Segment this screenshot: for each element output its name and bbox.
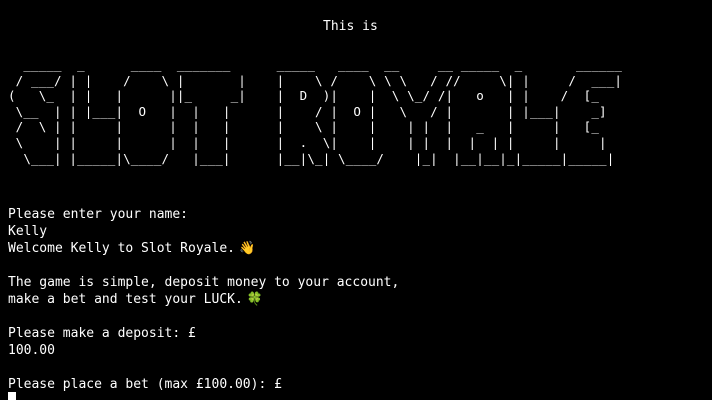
name-input-value: Kelly xyxy=(8,224,48,239)
ascii-banner: _____ _ ____ _______ _____ ____ __ __ __… xyxy=(8,57,623,166)
deposit-input-value: 100.00 xyxy=(8,343,55,358)
intro-line-2-row: make a bet and test your LUCK. 🍀 xyxy=(8,291,263,308)
screen: This is _____ _ ____ _______ _____ ____ … xyxy=(0,0,721,406)
intro-line-2: make a bet and test your LUCK. xyxy=(8,292,243,307)
bet-prompt[interactable]: Please place a bet (max £100.00): £ xyxy=(8,376,282,393)
intro-line-1: The game is simple, deposit money to you… xyxy=(8,275,400,290)
welcome-line: Welcome Kelly to Slot Royale. 👋 xyxy=(8,240,255,257)
deposit-prompt: Please make a deposit: £ xyxy=(8,326,196,341)
heading-text: This is xyxy=(323,19,378,34)
welcome-text: Welcome Kelly to Slot Royale. xyxy=(8,241,235,256)
waving-hand-icon: 👋 xyxy=(238,241,256,256)
four-leaf-clover-icon: 🍀 xyxy=(246,292,263,307)
terminal-window[interactable]: This is _____ _ ____ _______ _____ ____ … xyxy=(0,0,712,400)
name-prompt: Please enter your name: xyxy=(8,207,189,222)
text-cursor xyxy=(8,392,16,406)
